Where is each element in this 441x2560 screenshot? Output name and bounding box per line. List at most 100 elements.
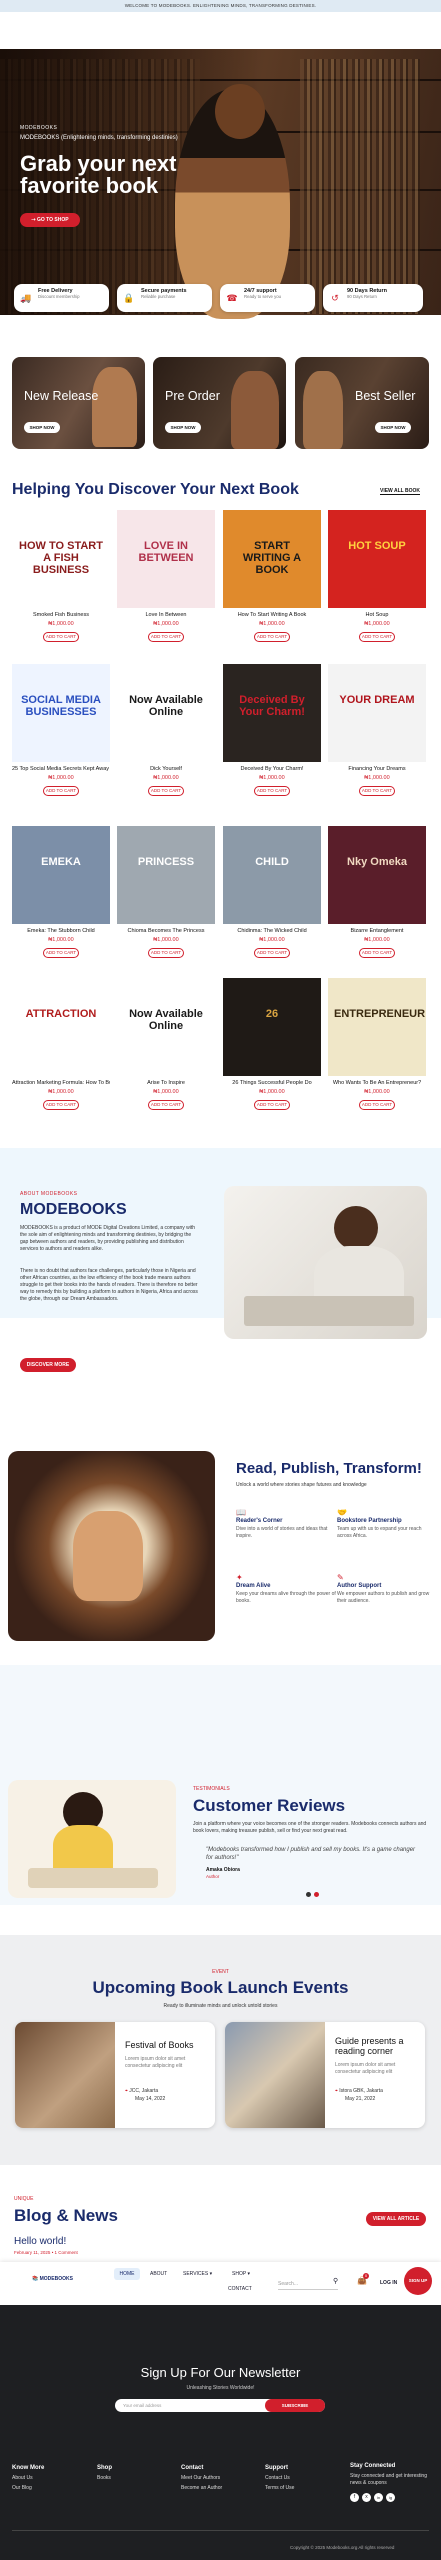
subscribe-button[interactable]: SUBSCRIBE (265, 2399, 325, 2412)
category-pre-order[interactable]: Pre Order SHOP NOW (153, 357, 286, 449)
nav-shop[interactable]: SHOP ▾ (232, 2271, 250, 2277)
book-card[interactable]: CHILD Chidinma: The Wicked Child ₦1,000.00… (223, 826, 321, 958)
add-to-cart-button[interactable]: ADD TO CART (359, 1100, 395, 1110)
footer-link-about[interactable]: About Us (12, 2473, 44, 2483)
book-title[interactable]: Smoked Fish Business (12, 612, 110, 619)
book-title[interactable]: Bizarre Entanglement (328, 928, 426, 935)
add-to-cart-button[interactable]: ADD TO CART (148, 786, 184, 796)
footer-link-become-author[interactable]: Become an Author (181, 2483, 222, 2493)
facebook-icon[interactable]: f (350, 2493, 359, 2502)
event-card-festival[interactable]: Festival of Books Lorem ipsum dolor sit … (15, 2022, 215, 2128)
nav-contact[interactable]: CONTACT (228, 2286, 252, 2292)
linkedin-icon[interactable]: in (374, 2493, 383, 2502)
newsletter-email-input[interactable]: Your email address (123, 2403, 161, 2408)
footer-link-contact[interactable]: Contact Us (265, 2473, 294, 2483)
shop-now-button[interactable]: SHOP NOW (24, 422, 60, 433)
book-card[interactable]: PRINCESS Chioma Becomes The Princess ₦1,00… (117, 826, 215, 958)
book-cover[interactable]: ATTRACTION (12, 978, 110, 1076)
book-cover[interactable]: PRINCESS (117, 826, 215, 924)
book-title[interactable]: 26 Things Successful People Do (223, 1080, 321, 1087)
book-cover[interactable]: 26 (223, 978, 321, 1076)
book-cover[interactable]: Now Available Online (117, 978, 215, 1076)
book-cover[interactable]: ENTREPRENEUR (328, 978, 426, 1076)
nav-services[interactable]: SERVICES ▾ (183, 2271, 212, 2277)
add-to-cart-button[interactable]: ADD TO CART (359, 632, 395, 642)
blog-post-title[interactable]: Hello world! (14, 2236, 66, 2247)
shop-now-button[interactable]: SHOP NOW (375, 422, 411, 433)
book-cover[interactable]: Deceived By Your Charm! (223, 664, 321, 762)
book-title[interactable]: Chidinma: The Wicked Child (223, 928, 321, 935)
book-card[interactable]: YOUR DREAM Financing Your Dreams ₦1,000.00… (328, 664, 426, 796)
instagram-icon[interactable]: ig (386, 2493, 395, 2502)
discover-more-button[interactable]: DISCOVER MORE (20, 1358, 76, 1372)
book-card[interactable]: Now Available Online Dick Yourself ₦1,000.… (117, 664, 215, 796)
add-to-cart-button[interactable]: ADD TO CART (254, 1100, 290, 1110)
login-link[interactable]: LOG IN (380, 2280, 397, 2286)
book-title[interactable]: 25 Top Social Media Secrets Kept Away Fr… (12, 766, 110, 773)
add-to-cart-button[interactable]: ADD TO CART (148, 948, 184, 958)
shop-now-button[interactable]: SHOP NOW (165, 422, 201, 433)
book-title[interactable]: How To Start Writing A Book (223, 612, 321, 619)
book-title[interactable]: Financing Your Dreams (328, 766, 426, 773)
book-title[interactable]: Hot Soup (328, 612, 426, 619)
book-title[interactable]: Love In Between (117, 612, 215, 619)
add-to-cart-button[interactable]: ADD TO CART (148, 632, 184, 642)
book-card[interactable]: LOVE IN BETWEEN Love In Between ₦1,000.00 A… (117, 510, 215, 642)
book-card[interactable]: START WRITING A BOOK How To Start Writing… (223, 510, 321, 642)
event-card-reading-corner[interactable]: Guide presents a reading corner Lorem ip… (225, 2022, 425, 2128)
add-to-cart-button[interactable]: ADD TO CART (43, 786, 79, 796)
view-all-books-link[interactable]: VIEW ALL BOOK (380, 488, 420, 495)
book-title[interactable]: Arise To Inspire (117, 1080, 215, 1087)
add-to-cart-button[interactable]: ADD TO CART (359, 786, 395, 796)
book-card[interactable]: ENTREPRENEUR Who Wants To Be An Entrepren… (328, 978, 426, 1110)
book-card[interactable]: Now Available Online Arise To Inspire ₦1,0… (117, 978, 215, 1110)
footer-link-authors[interactable]: Meet Our Authors (181, 2473, 222, 2483)
add-to-cart-button[interactable]: ADD TO CART (43, 1100, 79, 1110)
add-to-cart-button[interactable]: ADD TO CART (254, 786, 290, 796)
add-to-cart-button[interactable]: ADD TO CART (148, 1100, 184, 1110)
carousel-dot-active[interactable] (306, 1892, 311, 1897)
book-cover[interactable]: CHILD (223, 826, 321, 924)
search-input[interactable]: Search... (278, 2278, 338, 2290)
search-icon[interactable]: ⚲ (333, 2277, 338, 2285)
signup-button[interactable]: SIGN UP (404, 2267, 432, 2295)
go-to-shop-button[interactable]: ⇢ GO TO SHOP (20, 213, 80, 227)
view-all-articles-button[interactable]: VIEW ALL ARTICLE (366, 2212, 426, 2226)
book-title[interactable]: Who Wants To Be An Entrepreneur? (328, 1080, 426, 1087)
carousel-dot[interactable] (314, 1892, 319, 1897)
book-cover[interactable]: HOT SOUP (328, 510, 426, 608)
book-cover[interactable]: YOUR DREAM (328, 664, 426, 762)
footer-link-terms[interactable]: Terms of Use (265, 2483, 294, 2493)
footer-link-blog[interactable]: Our Blog (12, 2483, 44, 2493)
book-cover[interactable]: LOVE IN BETWEEN (117, 510, 215, 608)
book-cover[interactable]: START WRITING A BOOK (223, 510, 321, 608)
footer-link-books[interactable]: Books (97, 2473, 112, 2483)
book-cover[interactable]: Now Available Online (117, 664, 215, 762)
book-title[interactable]: Chioma Becomes The Princess (117, 928, 215, 935)
book-card[interactable]: Nky Omeka Bizarre Entanglement ₦1,000.00 AD… (328, 826, 426, 958)
book-cover[interactable]: Nky Omeka (328, 826, 426, 924)
book-card[interactable]: EMEKA Emeka: The Stubborn Child ₦1,000.00 A… (12, 826, 110, 958)
book-cover[interactable]: EMEKA (12, 826, 110, 924)
add-to-cart-button[interactable]: ADD TO CART (254, 948, 290, 958)
category-new-release[interactable]: New Release SHOP NOW (12, 357, 145, 449)
nav-about[interactable]: ABOUT (150, 2271, 167, 2277)
book-title[interactable]: Deceived By Your Charm! (223, 766, 321, 773)
book-title[interactable]: Emeka: The Stubborn Child (12, 928, 110, 935)
site-logo[interactable]: 📚 MODEBOOKS (32, 2276, 73, 2282)
book-card[interactable]: HOW TO START A FISH BUSINESS Smoked Fish … (12, 510, 110, 642)
book-card[interactable]: Deceived By Your Charm! Deceived By Your … (223, 664, 321, 796)
book-card[interactable]: HOT SOUP Hot Soup ₦1,000.00 ADD TO CART (328, 510, 426, 642)
book-title[interactable]: Dick Yourself (117, 766, 215, 773)
book-cover[interactable]: SOCIAL MEDIA BUSINESSES (12, 664, 110, 762)
category-best-seller[interactable]: Best Seller SHOP NOW (295, 357, 429, 449)
book-title[interactable]: Attraction Marketing Formula: How To Bui… (12, 1080, 110, 1087)
book-card[interactable]: 26 26 Things Successful People Do ₦1,000.0… (223, 978, 321, 1110)
book-cover[interactable]: HOW TO START A FISH BUSINESS (12, 510, 110, 608)
book-card[interactable]: SOCIAL MEDIA BUSINESSES 25 Top Social Med… (12, 664, 110, 796)
x-icon[interactable]: x (362, 2493, 371, 2502)
add-to-cart-button[interactable]: ADD TO CART (43, 948, 79, 958)
book-card[interactable]: ATTRACTION Attraction Marketing Formula: … (12, 978, 110, 1110)
add-to-cart-button[interactable]: ADD TO CART (43, 632, 79, 642)
add-to-cart-button[interactable]: ADD TO CART (254, 632, 290, 642)
